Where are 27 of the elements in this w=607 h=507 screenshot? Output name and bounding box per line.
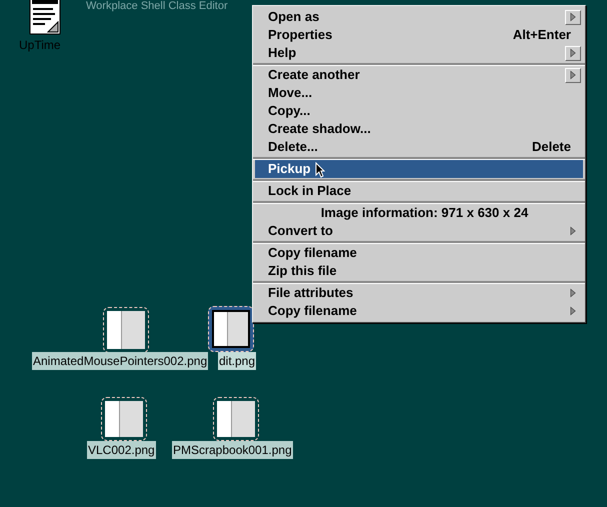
menu-item[interactable]: Open as [255, 8, 583, 26]
menu-item[interactable]: Move... [255, 84, 583, 102]
icon-label[interactable]: AnimatedMousePointers002.png [32, 352, 208, 370]
image-thumbnail-icon[interactable] [103, 307, 149, 353]
menu-item[interactable]: Copy... [255, 102, 583, 120]
menu-item[interactable]: File attributes [255, 284, 583, 302]
menu-item[interactable]: Convert to [255, 222, 583, 240]
window-title: Workplace Shell Class Editor [86, 0, 228, 13]
image-thumbnail-icon[interactable] [213, 397, 259, 441]
menu-item[interactable]: Pickup [255, 160, 583, 178]
image-thumbnail-icon[interactable] [208, 306, 254, 352]
menu-item[interactable]: Properties Alt+Enter [255, 26, 583, 44]
icon-label[interactable]: dit.png [218, 352, 256, 370]
menu-item[interactable]: Image information: 971 x 630 x 24 [255, 204, 583, 222]
submenu-arrow-icon [570, 226, 576, 236]
menu-item[interactable]: Copy filename [255, 244, 583, 262]
menu-item[interactable]: Lock in Place [255, 182, 583, 200]
menu-item[interactable]: Create another [255, 66, 583, 84]
menu-item[interactable]: Copy filename [255, 302, 583, 320]
mouse-pointer-icon [315, 162, 325, 178]
menu-item[interactable]: Delete... Delete [255, 138, 583, 156]
menu-item[interactable]: Create shadow... [255, 120, 583, 138]
menu-item[interactable]: Zip this file [255, 262, 583, 280]
icon-label[interactable]: PMScrapbook001.png [172, 441, 293, 459]
icon-label[interactable]: VLC002.png [87, 441, 156, 459]
menu-item[interactable]: Help [255, 44, 583, 62]
image-thumbnail-icon[interactable] [101, 397, 147, 441]
